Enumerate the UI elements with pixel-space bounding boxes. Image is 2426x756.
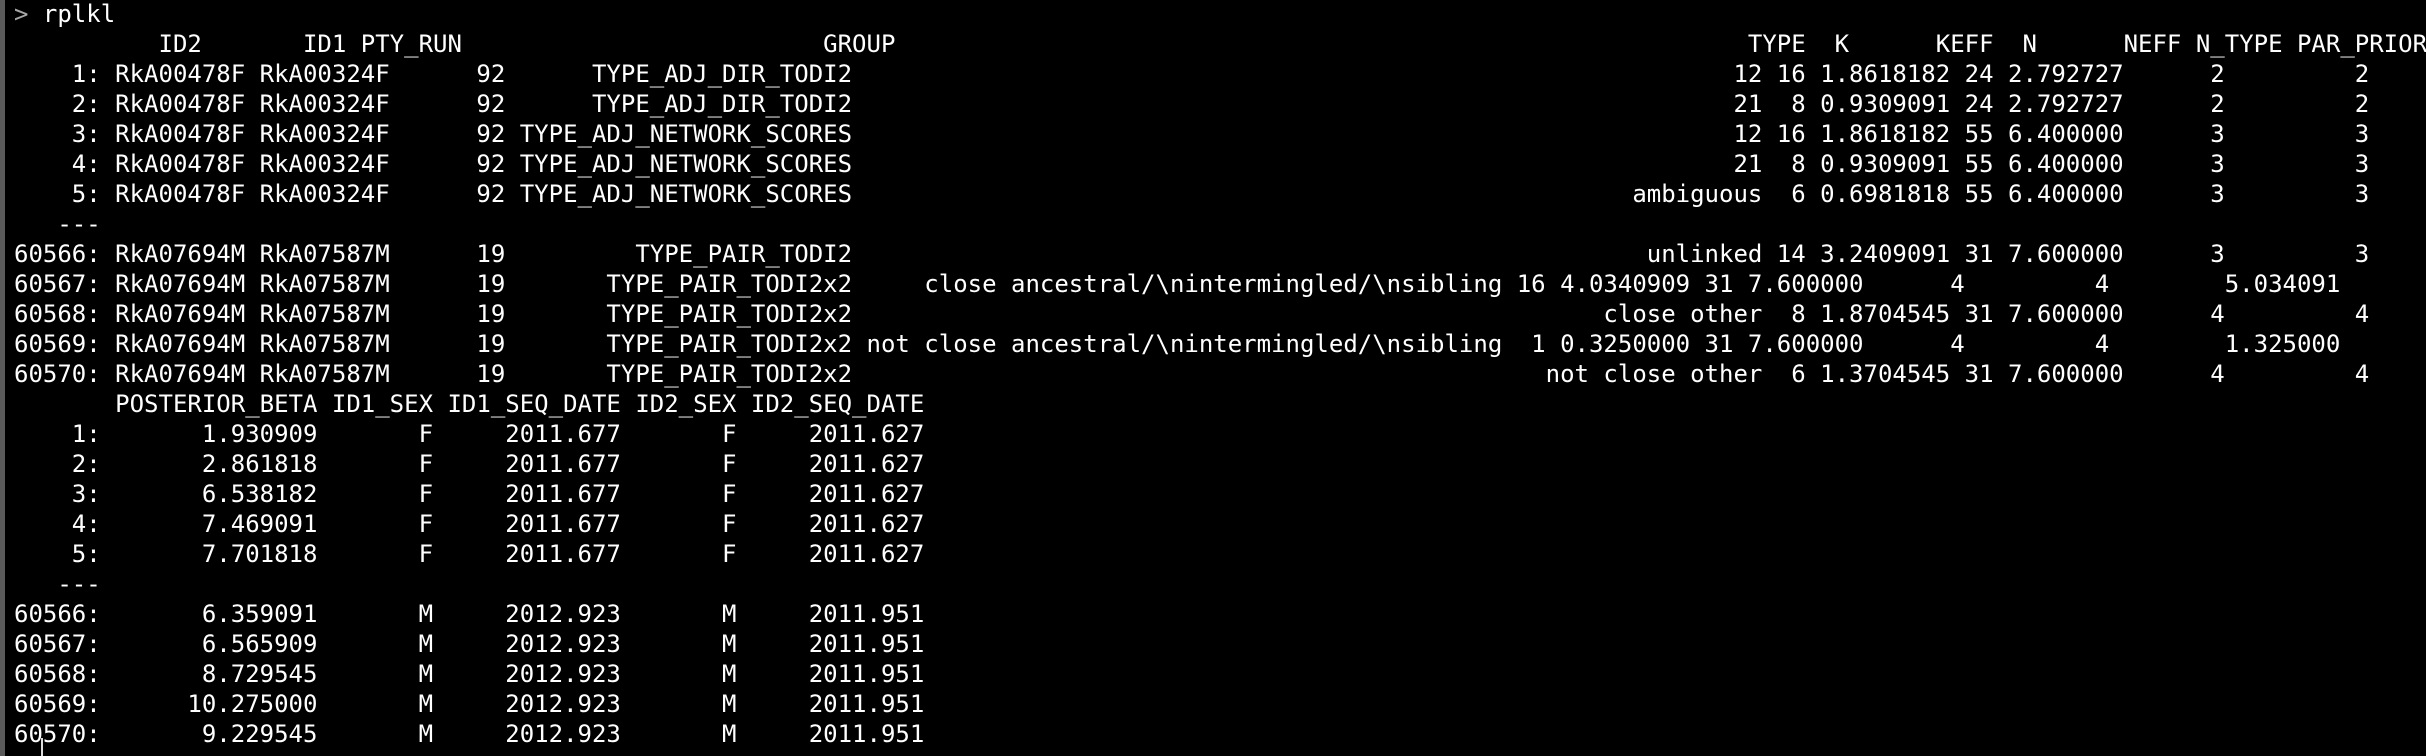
text-cursor xyxy=(41,738,43,756)
table-row: 60569: RkA07694M RkA07587M 19 TYPE_PAIR_… xyxy=(14,330,2341,358)
table-row: 2: RkA00478F RkA00324F 92 TYPE_ADJ_DIR_T… xyxy=(14,90,2426,118)
table-row: 60566: RkA07694M RkA07587M 19 TYPE_PAIR_… xyxy=(14,240,2426,268)
table-row: 2: 2.861818 F 2011.677 F 2011.627 xyxy=(14,450,925,478)
table-row: 1: RkA00478F RkA00324F 92 TYPE_ADJ_DIR_T… xyxy=(14,60,2426,88)
table-row: 3: 6.538182 F 2011.677 F 2011.627 xyxy=(14,480,925,508)
row-separator: --- xyxy=(14,570,101,598)
row-separator: --- xyxy=(14,210,101,238)
table-row: 60569: 10.275000 M 2012.923 M 2011.951 xyxy=(14,690,925,718)
table-row: 1: 1.930909 F 2011.677 F 2011.627 xyxy=(14,420,925,448)
table-row: 60567: RkA07694M RkA07587M 19 TYPE_PAIR_… xyxy=(14,270,2341,298)
table-row: 4: RkA00478F RkA00324F 92 TYPE_ADJ_NETWO… xyxy=(14,150,2426,178)
table-row: 60567: 6.565909 M 2012.923 M 2011.951 xyxy=(14,630,925,658)
table-row: 60568: RkA07694M RkA07587M 19 TYPE_PAIR_… xyxy=(14,300,2426,328)
table-row: 5: 7.701818 F 2011.677 F 2011.627 xyxy=(14,540,925,568)
table-row: 60570: RkA07694M RkA07587M 19 TYPE_PAIR_… xyxy=(14,360,2426,388)
window-left-border xyxy=(0,0,5,756)
table-row: 3: RkA00478F RkA00324F 92 TYPE_ADJ_NETWO… xyxy=(14,120,2426,148)
table-header-row: ID2 ID1 PTY_RUN GROUP TYPE K KEFF N NEFF… xyxy=(14,30,2426,58)
terminal-window[interactable]: > rplkl ID2 ID1 PTY_RUN GROUP TYPE K KEF… xyxy=(0,0,2426,756)
table-row: 60570: 9.229545 M 2012.923 M 2011.951 xyxy=(14,720,925,748)
command-line: > rplkl xyxy=(14,0,2426,29)
terminal-output: > rplkl ID2 ID1 PTY_RUN GROUP TYPE K KEF… xyxy=(14,0,2426,756)
prompt-symbol: > xyxy=(14,0,29,28)
table-row: 4: 7.469091 F 2011.677 F 2011.627 xyxy=(14,510,925,538)
table-row: 60568: 8.729545 M 2012.923 M 2011.951 xyxy=(14,660,925,688)
table-row: 60566: 6.359091 M 2012.923 M 2011.951 xyxy=(14,600,925,628)
table-row: 5: RkA00478F RkA00324F 92 TYPE_ADJ_NETWO… xyxy=(14,180,2426,208)
table-header-row-2: POSTERIOR_BETA ID1_SEX ID1_SEQ_DATE ID2_… xyxy=(14,390,925,418)
command-text: rplkl xyxy=(28,0,116,28)
